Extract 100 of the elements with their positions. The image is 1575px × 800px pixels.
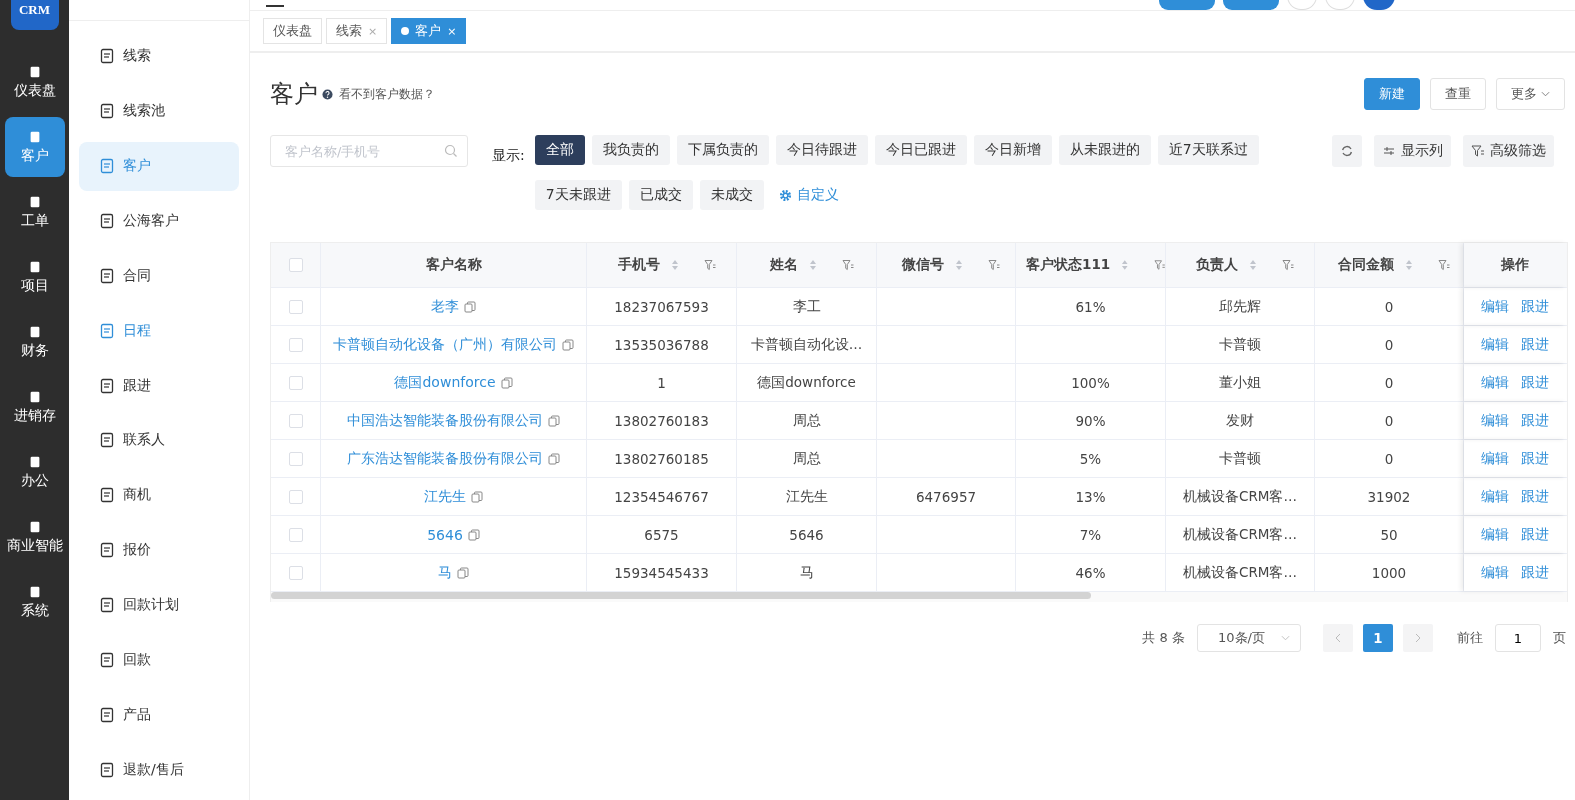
filter-chip[interactable]: 未成交	[699, 180, 764, 210]
column-header[interactable]: 客户名称	[321, 243, 587, 287]
copy-icon[interactable]	[471, 490, 483, 503]
column-header[interactable]: 微信号	[877, 243, 1016, 287]
row-action-link[interactable]: 跟进	[1521, 525, 1549, 544]
sort-icon[interactable]	[955, 259, 963, 271]
sidebar-item[interactable]: 跟进	[79, 361, 239, 410]
page-button[interactable]: 1	[1363, 624, 1393, 652]
rail-item[interactable]: 项目	[4, 247, 65, 307]
rail-item[interactable]: 工单	[4, 182, 65, 242]
filter-chip[interactable]: 全部	[534, 135, 585, 165]
column-header[interactable]: 负责人	[1166, 243, 1315, 287]
sidebar-item[interactable]: 联系人	[79, 415, 239, 465]
row-action-link[interactable]: 编辑	[1481, 297, 1509, 316]
customer-link[interactable]: 中国浩达智能装备股份有限公司	[347, 411, 543, 430]
sidebar-item[interactable]: 回款	[79, 635, 239, 685]
copy-icon[interactable]	[548, 414, 560, 427]
sidebar-item[interactable]: 线索	[79, 31, 239, 81]
checkbox[interactable]	[288, 337, 303, 352]
sidebar-item[interactable]: 报价	[79, 525, 239, 575]
row-action-link[interactable]: 跟进	[1521, 335, 1549, 354]
customer-link[interactable]: 德国downforce	[394, 373, 496, 392]
action-button[interactable]: 新建	[1364, 78, 1420, 110]
sidebar-item[interactable]: 退款/售后	[79, 745, 239, 794]
row-action-link[interactable]: 跟进	[1521, 411, 1549, 430]
custom-link[interactable]: 自定义	[778, 180, 839, 210]
sort-icon[interactable]	[1121, 259, 1129, 271]
tab[interactable]: 线索 ×	[326, 18, 388, 44]
row-action-link[interactable]: 跟进	[1521, 563, 1549, 582]
rail-item[interactable]: 商业智能	[4, 507, 65, 567]
checkbox[interactable]	[288, 489, 303, 504]
row-action-link[interactable]: 编辑	[1481, 449, 1509, 468]
sidebar-item[interactable]: 公海客户	[79, 196, 239, 246]
customer-link[interactable]: 江先生	[424, 487, 466, 506]
row-action-link[interactable]: 编辑	[1481, 525, 1509, 544]
copy-icon[interactable]	[562, 338, 574, 351]
refresh-button[interactable]	[1331, 135, 1362, 167]
rail-item[interactable]: 办公	[4, 442, 65, 502]
customer-link[interactable]: 卡普顿自动化设备（广州）有限公司	[333, 335, 557, 354]
sort-icon[interactable]	[808, 259, 817, 271]
filter-icon[interactable]	[1438, 259, 1450, 271]
row-action-link[interactable]: 编辑	[1481, 373, 1509, 392]
row-action-link[interactable]: 编辑	[1481, 335, 1509, 354]
checkbox[interactable]	[288, 299, 303, 314]
scrollbar[interactable]	[271, 592, 1567, 602]
row-action-link[interactable]: 跟进	[1521, 373, 1549, 392]
copy-icon[interactable]	[548, 452, 560, 465]
rail-item[interactable]: 客户	[4, 117, 65, 177]
checkbox[interactable]	[288, 413, 303, 428]
checkbox[interactable]	[288, 375, 303, 390]
help-icon[interactable]	[322, 88, 333, 100]
filter-chip[interactable]: 7天未跟进	[534, 180, 622, 210]
help-link[interactable]: 看不到客户数据？	[339, 85, 435, 103]
tab[interactable]: 仪表盘	[263, 18, 322, 44]
sidebar-item[interactable]: 产品	[79, 690, 239, 740]
page-size-select[interactable]: 10条/页	[1197, 624, 1301, 652]
filter-chip[interactable]: 近7天联系过	[1157, 135, 1259, 165]
copy-icon[interactable]	[464, 300, 476, 313]
checkbox[interactable]	[288, 527, 303, 542]
row-action-link[interactable]: 编辑	[1481, 487, 1509, 506]
page-input[interactable]: 1	[1495, 624, 1541, 652]
customer-link[interactable]: 马	[438, 563, 452, 582]
sidebar-item[interactable]: 日程	[79, 306, 239, 356]
filter-chip[interactable]: 今日已跟进	[874, 135, 967, 165]
copy-icon[interactable]	[500, 376, 513, 389]
checkbox[interactable]	[288, 565, 303, 580]
action-button[interactable]: 查重	[1430, 78, 1486, 110]
rail-item[interactable]: 仪表盘	[4, 52, 65, 112]
filter-icon[interactable]	[703, 259, 716, 271]
sort-icon[interactable]	[1249, 259, 1257, 271]
customer-link[interactable]: 老李	[431, 297, 459, 316]
filter-icon[interactable]	[1153, 259, 1165, 271]
customer-link[interactable]: 广东浩达智能装备股份有限公司	[347, 449, 543, 468]
rail-item[interactable]: 财务	[4, 312, 65, 372]
filter-icon[interactable]	[1282, 259, 1294, 271]
sidebar-item[interactable]: 商机	[79, 470, 239, 520]
sidebar-item[interactable]: 合同	[79, 251, 239, 301]
checkbox[interactable]	[288, 258, 303, 272]
sort-icon[interactable]	[1405, 259, 1413, 271]
sort-icon[interactable]	[670, 259, 679, 271]
filter-icon[interactable]	[841, 259, 854, 271]
search-field[interactable]: 客户名称/手机号	[270, 135, 468, 167]
rail-item[interactable]: 进销存	[4, 377, 65, 437]
copy-icon[interactable]	[457, 566, 469, 579]
filter-chip[interactable]: 我负责的	[591, 135, 670, 165]
column-header[interactable]: 客户状态111	[1016, 243, 1166, 287]
row-action-link[interactable]: 编辑	[1481, 411, 1509, 430]
customer-link[interactable]: 5646	[427, 526, 463, 543]
column-header[interactable]: 手机号	[587, 243, 737, 287]
filter-chip[interactable]: 已成交	[628, 180, 693, 210]
tab[interactable]: 客户 ×	[391, 18, 467, 44]
copy-icon[interactable]	[467, 528, 480, 541]
row-action-link[interactable]: 跟进	[1521, 449, 1549, 468]
sidebar-item[interactable]: 回款计划	[79, 580, 239, 630]
more-dropdown[interactable]: 更多	[1496, 78, 1565, 110]
column-header[interactable]: 合同金额	[1315, 243, 1464, 287]
rail-item[interactable]: 系统	[4, 572, 65, 632]
row-action-link[interactable]: 跟进	[1521, 297, 1549, 316]
avatar[interactable]	[1363, 0, 1395, 10]
close-icon[interactable]: ×	[447, 24, 457, 38]
